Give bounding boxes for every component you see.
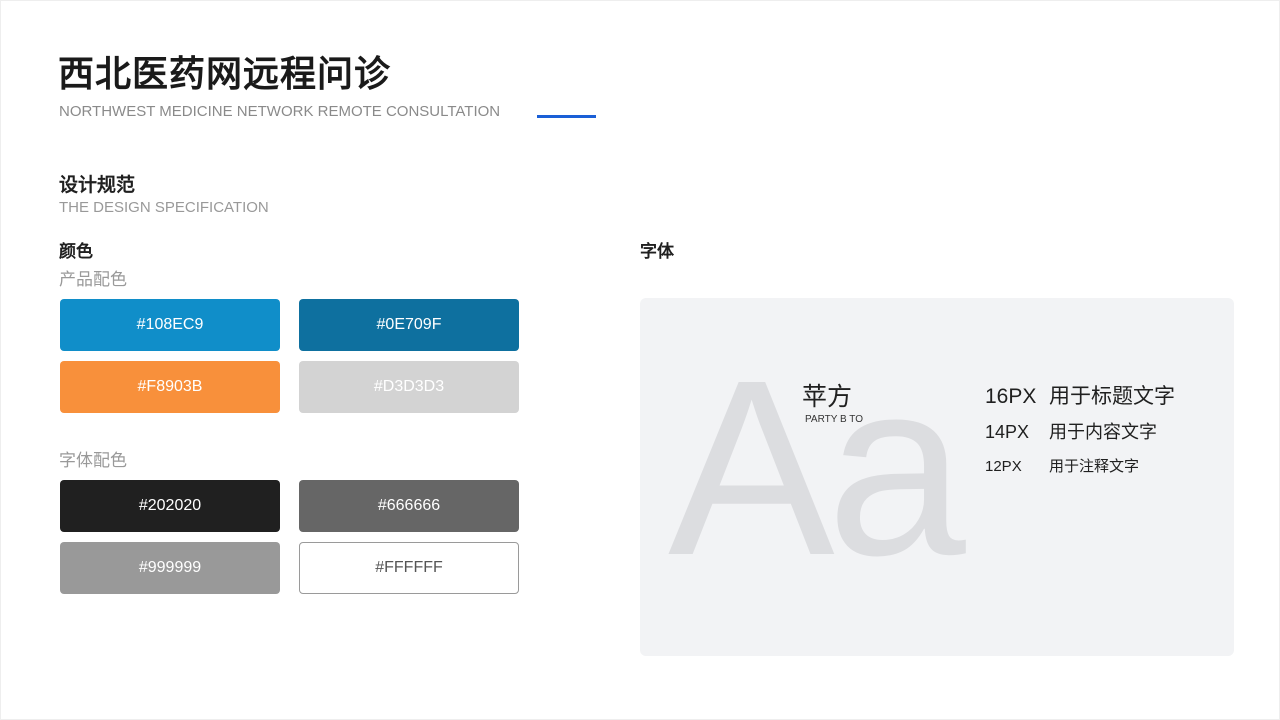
- page-title: 西北医药网远程问诊: [58, 53, 392, 94]
- type-spec-row-16: 16PX 用于标题文字: [985, 384, 1175, 410]
- type-spec-usage: 用于内容文字: [1049, 422, 1157, 442]
- type-spec-size: 14PX: [985, 422, 1030, 442]
- product-colors-label: 产品配色: [59, 270, 127, 289]
- typography-heading: 字体: [640, 242, 674, 261]
- color-swatch-primary: #108EC9: [60, 299, 280, 351]
- color-swatch-accent: #F8903B: [60, 361, 280, 413]
- type-spec-size: 16PX: [985, 385, 1037, 408]
- type-spec-usage: 用于注释文字: [1049, 458, 1140, 475]
- color-swatch-primary-dark: #0E709F: [299, 299, 519, 351]
- swatch-label: #666666: [377, 497, 441, 514]
- color-swatch-neutral: #D3D3D3: [299, 361, 519, 413]
- swatch-label: #F8903B: [137, 378, 203, 395]
- section-subtitle: THE DESIGN SPECIFICATION: [59, 199, 269, 216]
- color-swatch-text-primary: #202020: [60, 480, 280, 532]
- swatch-label: #FFFFFF: [375, 559, 443, 576]
- type-spec-usage: 用于标题文字: [1049, 385, 1175, 408]
- swatch-label: #0E709F: [376, 316, 442, 333]
- page-subtitle: NORTHWEST MEDICINE NETWORK REMOTE CONSUL…: [59, 103, 501, 120]
- color-swatch-text-secondary: #666666: [299, 480, 519, 532]
- swatch-label: #108EC9: [136, 316, 204, 333]
- type-spec-row-12: 12PX 用于注释文字: [985, 458, 1139, 476]
- text-colors-label: 字体配色: [59, 451, 127, 470]
- swatch-label: #202020: [138, 497, 202, 514]
- colors-heading: 颜色: [59, 242, 93, 261]
- font-name: 苹方: [802, 383, 853, 411]
- swatch-label: #D3D3D3: [373, 378, 445, 395]
- font-name-caption: PARTY B TO: [805, 414, 863, 425]
- color-swatch-text-tertiary: #999999: [60, 542, 280, 594]
- type-spec-size: 12PX: [985, 458, 1022, 475]
- font-sample-glyphs: Aa: [668, 328, 966, 607]
- type-spec-row-14: 14PX 用于内容文字: [985, 421, 1157, 443]
- title-accent-line: [537, 115, 596, 118]
- color-swatch-white: #FFFFFF: [299, 542, 519, 594]
- section-title: 设计规范: [59, 175, 136, 196]
- swatch-label: #999999: [138, 559, 202, 576]
- typography-panel: Aa 苹方 PARTY B TO 16PX 用于标题文字 14PX 用于内容文字 1…: [640, 298, 1234, 656]
